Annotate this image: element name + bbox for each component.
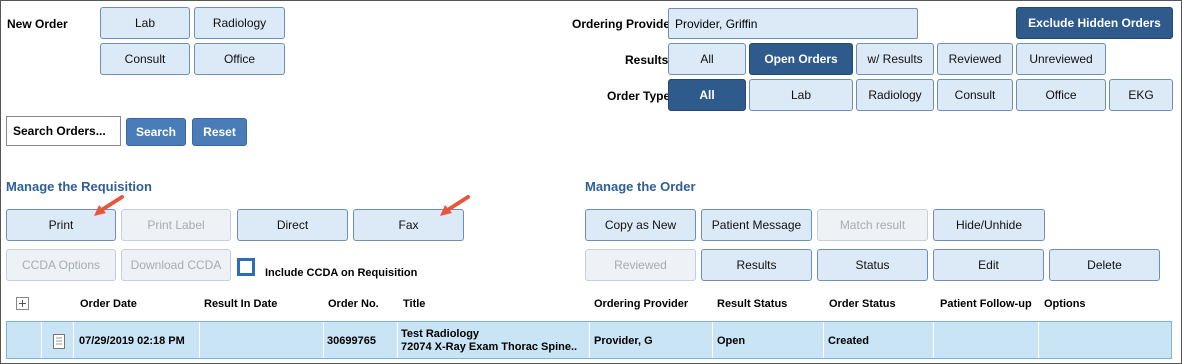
col-ordering-provider[interactable]: Ordering Provider	[594, 298, 688, 310]
results-button[interactable]: Results	[701, 249, 812, 281]
results-label: Results	[625, 53, 669, 67]
results-reviewed-button[interactable]: Reviewed	[937, 43, 1013, 75]
new-order-lab-button[interactable]: Lab	[100, 7, 190, 39]
col-order-status[interactable]: Order Status	[829, 298, 896, 310]
col-patient-followup[interactable]: Patient Follow-up	[940, 298, 1032, 310]
new-order-consult-button[interactable]: Consult	[100, 43, 190, 75]
order-type-office-button[interactable]: Office	[1016, 79, 1106, 111]
download-ccda-button[interactable]: Download CCDA	[121, 249, 231, 281]
ccda-options-button[interactable]: CCDA Options	[6, 249, 116, 281]
order-type-all-button[interactable]: All	[668, 79, 746, 111]
col-order-no[interactable]: Order No.	[328, 298, 379, 310]
expand-all-icon[interactable]	[16, 297, 29, 310]
include-ccda-checkbox[interactable]	[237, 258, 255, 276]
order-no-cell: 30699765	[327, 335, 376, 347]
title-line1-cell: Test Radiology	[401, 328, 480, 340]
reviewed-button[interactable]: Reviewed	[585, 249, 696, 281]
result-status-cell: Open	[717, 335, 746, 347]
patient-message-button[interactable]: Patient Message	[701, 209, 812, 241]
include-ccda-label: Include CCDA on Requisition	[265, 267, 418, 279]
col-title[interactable]: Title	[403, 298, 425, 310]
ordering-provider-field[interactable]: Provider, Griffin	[668, 8, 918, 39]
hide-unhide-button[interactable]: Hide/Unhide	[933, 209, 1045, 241]
direct-button[interactable]: Direct	[237, 209, 348, 241]
search-orders-input[interactable]: Search Orders...	[6, 116, 121, 146]
order-status-cell: Created	[828, 335, 869, 347]
title-line2-cell: 72074 X-Ray Exam Thorac Spine..	[401, 341, 578, 353]
ordering-provider-cell: Provider, G	[594, 335, 653, 347]
delete-button[interactable]: Delete	[1049, 249, 1160, 281]
order-type-radiology-button[interactable]: Radiology	[856, 79, 934, 111]
order-type-consult-button[interactable]: Consult	[937, 79, 1013, 111]
manage-order-title: Manage the Order	[585, 179, 696, 194]
results-with-results-button[interactable]: w/ Results	[856, 43, 934, 75]
document-icon[interactable]	[53, 334, 65, 349]
new-order-label: New Order	[7, 17, 68, 31]
status-button[interactable]: Status	[817, 249, 928, 281]
ordering-provider-label: Ordering Provider	[572, 17, 675, 31]
col-options[interactable]: Options	[1044, 298, 1086, 310]
col-result-status[interactable]: Result Status	[717, 298, 787, 310]
match-result-button[interactable]: Match result	[817, 209, 928, 241]
copy-as-new-button[interactable]: Copy as New	[585, 209, 696, 241]
order-type-label: Order Type	[607, 89, 671, 103]
results-all-button[interactable]: All	[668, 43, 746, 75]
print-label-button[interactable]: Print Label	[121, 209, 231, 241]
col-result-in-date[interactable]: Result In Date	[204, 298, 277, 310]
reset-button[interactable]: Reset	[192, 118, 247, 146]
results-unreviewed-button[interactable]: Unreviewed	[1016, 43, 1106, 75]
order-type-lab-button[interactable]: Lab	[749, 79, 853, 111]
order-type-ekg-button[interactable]: EKG	[1109, 79, 1173, 111]
manage-requisition-title: Manage the Requisition	[6, 179, 152, 194]
table-row[interactable]: 07/29/2019 02:18 PM 30699765 Test Radiol…	[6, 321, 1172, 359]
annotation-arrow-icon	[94, 195, 124, 216]
order-date-cell: 07/29/2019 02:18 PM	[79, 335, 185, 347]
results-open-orders-button[interactable]: Open Orders	[749, 43, 853, 75]
col-order-date[interactable]: Order Date	[80, 298, 137, 310]
exclude-hidden-orders-button[interactable]: Exclude Hidden Orders	[1016, 7, 1173, 39]
search-button[interactable]: Search	[126, 118, 186, 146]
new-order-radiology-button[interactable]: Radiology	[194, 7, 285, 39]
new-order-office-button[interactable]: Office	[194, 43, 285, 75]
edit-button[interactable]: Edit	[933, 249, 1044, 281]
annotation-arrow-icon	[440, 195, 470, 216]
